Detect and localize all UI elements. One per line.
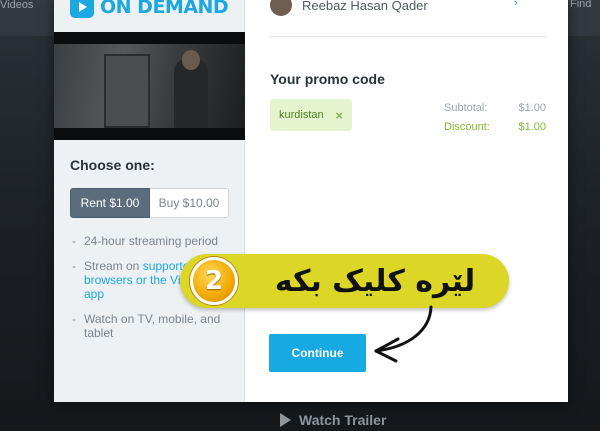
discount-label: Discount: <box>444 121 490 133</box>
instruction-callout: 2 لێرە کلیک بکە <box>180 254 509 308</box>
film-still <box>54 32 245 140</box>
order-totals: Subtotal: $1.00 Discount: $1.00 <box>444 102 546 140</box>
film-scene-door <box>104 54 150 128</box>
brand-name: ON DEMAND <box>100 0 229 18</box>
subtotal-row: Subtotal: $1.00 <box>444 102 546 121</box>
play-logo-icon <box>70 0 94 18</box>
chevron-right-icon[interactable]: › <box>514 0 518 9</box>
feature-text: 24-hour streaming period <box>84 234 219 248</box>
pointer-arrow-icon <box>374 305 433 363</box>
film-scene <box>54 44 245 128</box>
subtotal-label: Subtotal: <box>444 102 488 114</box>
feature-item: Watch on TV, mobile, and tablet <box>72 312 232 340</box>
callout-text: لێرە کلیک بکە <box>274 263 476 299</box>
account-row: Reebaz Hasan Qader <box>270 0 428 16</box>
section-divider <box>270 36 546 37</box>
feature-text: Stream on <box>84 259 143 273</box>
promo-code-value: kurdistan <box>279 109 324 121</box>
avatar <box>270 0 292 16</box>
discount-row: Discount: $1.00 <box>444 121 546 140</box>
watch-trailer-label: Watch Trailer <box>299 412 387 428</box>
promo-code-chip: kurdistan × <box>270 99 352 131</box>
promo-title: Your promo code <box>270 71 385 87</box>
feature-text: Watch on TV, mobile, and tablet <box>84 312 221 340</box>
continue-button[interactable]: Continue <box>269 334 366 372</box>
purchase-modal: ON DEMAND Choose one: Rent $1.00 Buy $10… <box>54 0 568 402</box>
play-icon <box>280 413 291 427</box>
feature-item: 24-hour streaming period <box>72 234 232 248</box>
rent-option-button[interactable]: Rent $1.00 <box>70 188 150 218</box>
choose-title: Choose one: <box>70 157 155 173</box>
product-panel: ON DEMAND Choose one: Rent $1.00 Buy $10… <box>54 0 245 402</box>
background-nav-videos[interactable]: Videos <box>0 0 52 12</box>
film-scene-head <box>182 50 200 70</box>
purchase-options: Rent $1.00 Buy $10.00 <box>70 188 229 218</box>
brand-logo: ON DEMAND <box>70 0 228 18</box>
discount-value: $1.00 <box>518 121 546 133</box>
background-nav-find[interactable]: Find <box>570 0 600 10</box>
step-number-badge: 2 <box>190 257 238 305</box>
buy-option-button[interactable]: Buy $10.00 <box>150 188 229 218</box>
watch-trailer-button[interactable]: Watch Trailer <box>280 410 386 430</box>
account-name: Reebaz Hasan Qader <box>302 0 428 13</box>
remove-promo-icon[interactable]: × <box>335 108 343 123</box>
subtotal-value: $1.00 <box>518 102 546 114</box>
